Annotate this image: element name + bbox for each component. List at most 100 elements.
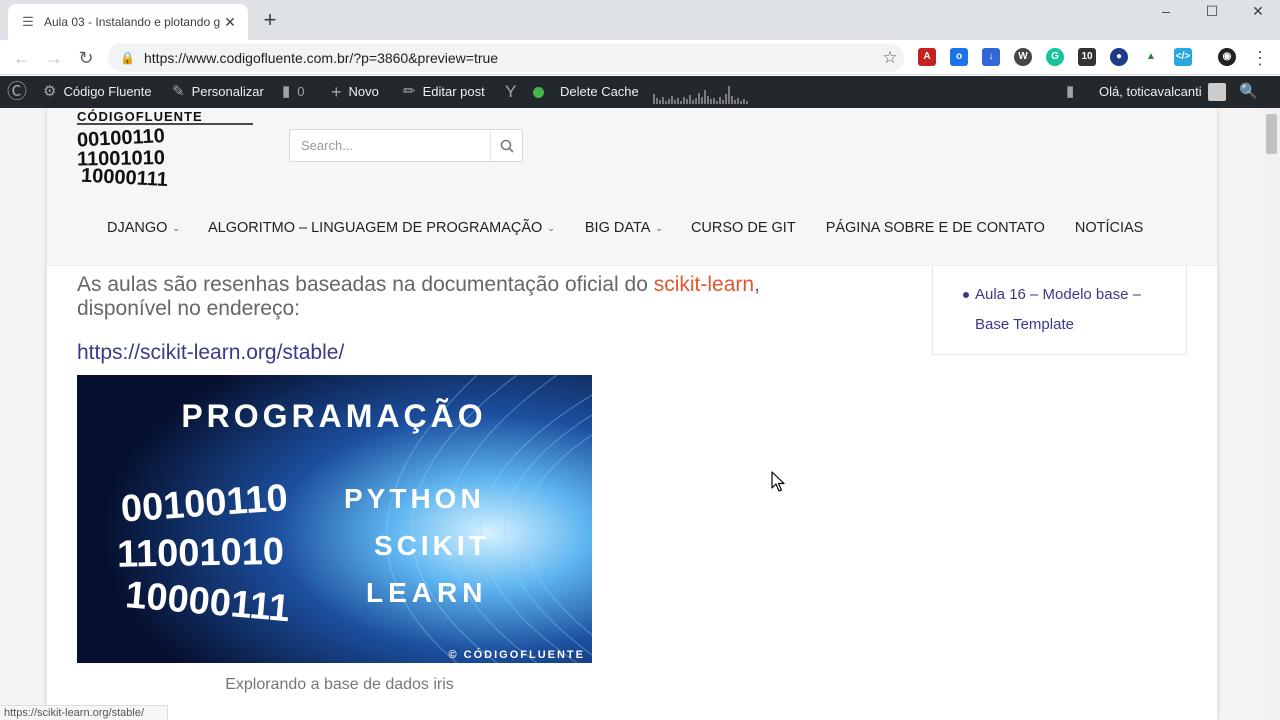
address-bar[interactable]: 🔒 https://www.codigofluente.com.br/?p=38… (108, 43, 904, 72)
minimize-button[interactable]: – (1143, 0, 1189, 22)
nav-label: NOTÍCIAS (1074, 220, 1144, 236)
nav-item-big-data[interactable]: BIG DATA ⌄ (585, 216, 663, 240)
lock-icon: 🔒 (120, 50, 135, 65)
page-scrollbar[interactable] (1263, 108, 1280, 720)
scikit-learn-link[interactable]: scikit-learn (654, 273, 754, 296)
mouse-cursor-icon (771, 471, 785, 492)
new-label: Novo (348, 84, 379, 99)
delete-cache-label: Delete Cache (560, 84, 639, 99)
banner-credit: © CÓDIGOFLUENTE (449, 648, 586, 661)
nav-label: BIG DATA (584, 220, 651, 236)
site-container: CÓDIGOFLUENTE 00100110 11001010 10000111… (47, 108, 1217, 720)
nav-label: PÁGINA SOBRE E DE CONTATO (825, 220, 1045, 236)
banner-word-python: PYTHON (344, 483, 485, 514)
search-icon (500, 139, 514, 153)
customize-label: Personalizar (191, 84, 264, 99)
sidebar-link-line-2: Base Template (975, 316, 1074, 333)
brush-icon: ✎ (172, 83, 185, 100)
browser-icon[interactable]: ● (1110, 48, 1128, 66)
activity-sparkline (653, 86, 748, 104)
banner-word-scikit: SCIKIT (374, 530, 490, 561)
banner-binary-line-2: 11001010 (117, 531, 285, 576)
edit-post-label: Editar post (422, 84, 485, 99)
notification-icon[interactable]: ▮ (1066, 76, 1074, 108)
scikit-url-link[interactable]: https://scikit-learn.org/stable/ (77, 341, 344, 365)
reload-button[interactable]: ↻ (73, 45, 99, 71)
wordpress-icon[interactable]: W (1014, 48, 1032, 66)
intro-text: As aulas são resenhas baseadas na docume… (77, 273, 654, 296)
greeting-label: Olá, toticavalcanti (1099, 84, 1202, 99)
search-button[interactable] (490, 130, 522, 161)
nav-label: CURSO DE GIT (690, 220, 796, 236)
user-greeting[interactable]: Olá, toticavalcanti (1099, 76, 1226, 108)
course-banner-image: PROGRAMAÇÃO 00100110 11001010 10000111 P… (77, 375, 592, 663)
delete-cache-link[interactable]: Delete Cache (560, 76, 639, 108)
edit-post-link[interactable]: ✏ Editar post (403, 76, 485, 108)
list-bullet-icon (963, 292, 969, 298)
nav-label: DJANGO (107, 220, 168, 236)
sidebar-widget: Aula 16 – Modelo base – Base Template (932, 266, 1187, 355)
bookmark-star-icon[interactable]: ☆ (876, 48, 904, 68)
chevron-down-icon: ⌄ (655, 222, 663, 233)
image-caption: Explorando a base de dados iris (225, 676, 454, 693)
browser-toolbar: ← → ↻ 🔒 https://www.codigofluente.com.br… (0, 40, 1280, 75)
close-tab-icon[interactable]: ✕ (222, 14, 238, 31)
sidebar-link-aula-16[interactable]: Aula 16 – Modelo base – Base Template (975, 280, 1170, 340)
nav-item-noticias[interactable]: NOTÍCIAS (1075, 216, 1143, 240)
main-navigation: DJANGO ⌄ ALGORITMO – LINGUAGEM DE PROGRAM… (107, 216, 1143, 240)
search-input[interactable] (290, 130, 490, 161)
comments-count: 0 (297, 84, 305, 99)
nav-item-django[interactable]: DJANGO ⌄ (107, 216, 180, 240)
globe-icon[interactable]: ◉ (1218, 48, 1236, 66)
forward-button[interactable]: → (41, 45, 67, 71)
dashboard-icon: ⚙ (43, 83, 57, 100)
close-window-button[interactable]: ✕ (1235, 0, 1280, 22)
new-tab-button[interactable]: + (258, 9, 282, 33)
intro-paragraph: As aulas são resenhas baseadas na docume… (77, 273, 837, 321)
site-favicon-icon: ☰ (22, 14, 34, 29)
new-link[interactable]: + Novo (331, 76, 379, 108)
wordpress-logo-icon[interactable]: Ⓒ (7, 76, 34, 108)
code-icon[interactable]: </> (1174, 48, 1192, 66)
status-bar-url: https://scikit-learn.org/stable/ (0, 705, 168, 720)
outlook-icon[interactable]: o (950, 48, 968, 66)
download-icon[interactable]: ↓ (982, 48, 1000, 66)
site-logo[interactable]: CÓDIGOFLUENTE 00100110 11001010 10000111 (75, 108, 257, 192)
logo-brand-text: CÓDIGOFLUENTE (77, 109, 203, 124)
chart-icon[interactable]: ▲ (1142, 48, 1160, 66)
back-button[interactable]: ← (9, 45, 35, 71)
customize-link[interactable]: ✎ Personalizar (172, 76, 264, 108)
logo-binary-line-3: 10000111 (81, 165, 169, 192)
banner-title: PROGRAMAÇÃO (181, 398, 486, 434)
site-name-link[interactable]: ⚙ Código Fluente (43, 76, 152, 108)
nav-item-algoritmo[interactable]: ALGORITMO – LINGUAGEM DE PROGRAMAÇÃO ⌄ (208, 216, 555, 240)
comments-link[interactable]: ▮ 0 (282, 76, 305, 108)
pencil-icon: ✏ (403, 83, 416, 100)
nav-item-curso-git[interactable]: CURSO DE GIT (691, 216, 796, 240)
scrollbar-thumb[interactable] (1266, 114, 1277, 154)
plus-icon: + (331, 82, 342, 102)
site-header: CÓDIGOFLUENTE 00100110 11001010 10000111… (47, 108, 1217, 266)
site-search (289, 129, 523, 162)
ten-badge-icon[interactable]: 10 (1078, 48, 1096, 66)
browser-tab[interactable]: ☰ Aula 03 - Instalando e plotando g ✕ (8, 4, 248, 40)
seo-status-dot (533, 76, 544, 108)
banner-word-learn: LEARN (366, 577, 487, 608)
avatar (1207, 83, 1226, 101)
sidebar-link-line-1: Aula 16 – Modelo base – (975, 286, 1141, 303)
maximize-button[interactable]: ☐ (1189, 0, 1235, 22)
menu-kebab-icon[interactable]: ⋮ (1247, 45, 1273, 71)
admin-search-icon[interactable]: 🔍 (1239, 76, 1258, 108)
pdf-icon[interactable]: A (918, 48, 936, 66)
wp-admin-bar: Ⓒ ⚙ Código Fluente ✎ Personalizar ▮ 0 + Novo… (0, 76, 1280, 108)
nav-label: ALGORITMO – LINGUAGEM DE PROGRAMAÇÃO (207, 220, 543, 236)
grammarly-icon[interactable]: G (1046, 48, 1064, 66)
nav-item-sobre-contato[interactable]: PÁGINA SOBRE E DE CONTATO (826, 216, 1045, 240)
chevron-down-icon: ⌄ (547, 222, 555, 233)
chevron-down-icon: ⌄ (172, 222, 180, 233)
tab-title: Aula 03 - Instalando e plotando g (44, 15, 221, 29)
yoast-icon[interactable]: Y (505, 76, 523, 108)
comment-icon: ▮ (282, 83, 291, 100)
address-url[interactable]: https://www.codigofluente.com.br/?p=3860… (144, 50, 876, 66)
site-name-label: Código Fluente (63, 84, 152, 99)
